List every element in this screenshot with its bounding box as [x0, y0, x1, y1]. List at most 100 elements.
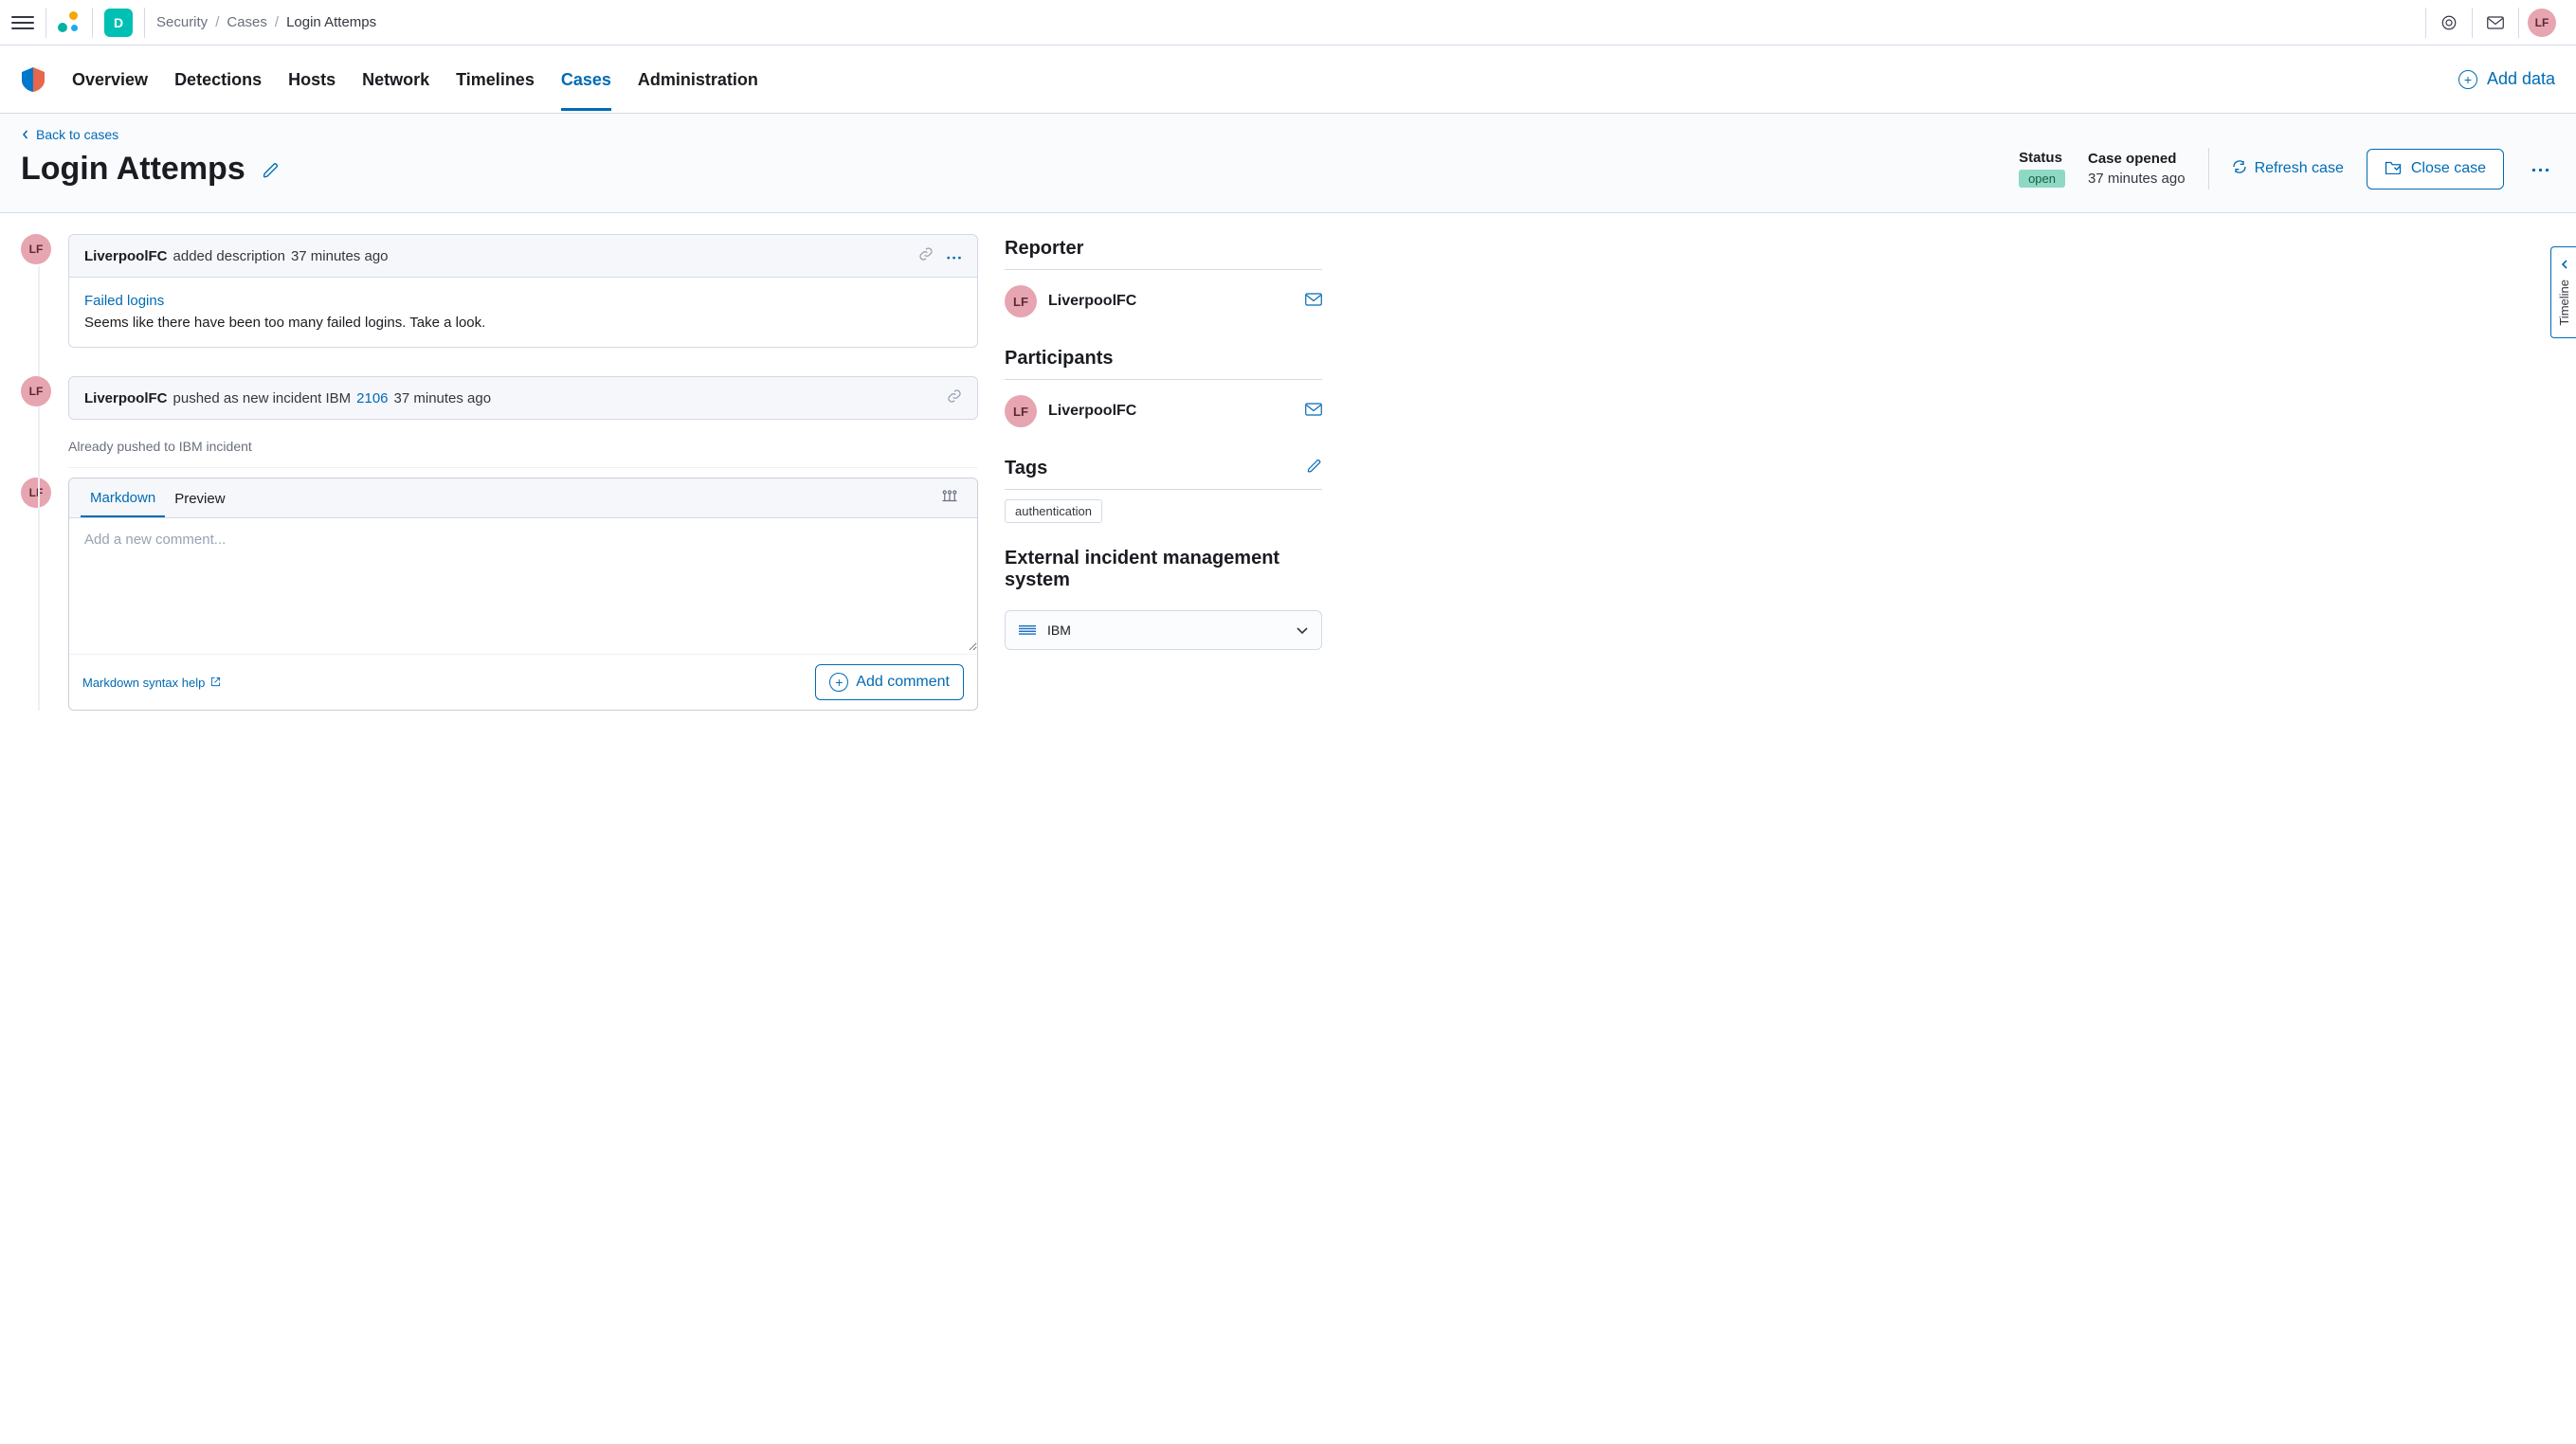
activity-action: added description [173, 248, 285, 264]
menu-toggle-icon[interactable] [11, 11, 34, 34]
chevron-left-icon [2561, 259, 2568, 272]
reporter-user: LF LiverpoolFC [1005, 280, 1322, 323]
close-case-label: Close case [2411, 160, 2486, 177]
nav-tabs: Overview Detections Hosts Network Timeli… [72, 47, 758, 111]
activity-item: LF LiverpoolFC added description 37 minu… [21, 234, 978, 348]
case-title-text: Login Attemps [21, 151, 245, 188]
edit-title-icon[interactable] [263, 151, 280, 188]
breadcrumb-separator: / [215, 14, 219, 30]
breadcrumb: Security / Cases / Login Attemps [156, 14, 376, 30]
back-label: Back to cases [36, 127, 118, 142]
tab-overview[interactable]: Overview [72, 47, 148, 111]
tab-detections[interactable]: Detections [174, 47, 262, 111]
mail-icon[interactable] [2473, 0, 2518, 45]
opened-label: Case opened [2088, 151, 2186, 167]
top-header: D Security / Cases / Login Attemps LF [0, 0, 2576, 45]
external-system-heading: External incident management system [1005, 548, 1322, 591]
separator [144, 8, 145, 38]
add-data-button[interactable]: + Add data [2458, 69, 2555, 89]
timeline-flyout-tab[interactable]: Timeline [2550, 246, 2576, 338]
tab-markdown[interactable]: Markdown [81, 478, 165, 517]
case-title: Login Attemps [21, 151, 280, 188]
case-sidebar: Reporter LF LiverpoolFC Participants LF … [1005, 234, 1322, 711]
editor-footer: Markdown syntax help + Add comment [69, 654, 977, 710]
refresh-icon [2232, 159, 2247, 179]
add-comment-button[interactable]: + Add comment [815, 664, 964, 700]
close-case-button[interactable]: Close case [2367, 149, 2504, 190]
avatar: LF [21, 478, 51, 508]
status-badge: open [2019, 170, 2065, 188]
tab-preview[interactable]: Preview [165, 479, 234, 516]
tab-hosts[interactable]: Hosts [288, 47, 336, 111]
popout-icon [210, 676, 221, 690]
tab-timelines[interactable]: Timelines [456, 47, 535, 111]
connector-select[interactable]: IBM [1005, 610, 1322, 650]
participants-heading: Participants [1005, 348, 1322, 380]
participant-user: LF LiverpoolFC [1005, 389, 1322, 433]
breadcrumb-cases[interactable]: Cases [227, 14, 267, 30]
markdown-help-link[interactable]: Markdown syntax help [82, 676, 221, 690]
case-body: LF LiverpoolFC added description 37 minu… [0, 213, 2576, 731]
user-avatar[interactable]: LF [2519, 0, 2565, 45]
description-text: Seems like there have been too many fail… [84, 315, 485, 331]
avatar: LF [2528, 9, 2556, 37]
avatar: LF [1005, 395, 1037, 427]
failed-logins-link[interactable]: Failed logins [84, 293, 164, 309]
comment-textarea[interactable] [69, 518, 977, 651]
md-help-label: Markdown syntax help [82, 676, 205, 690]
breadcrumb-security[interactable]: Security [156, 14, 208, 30]
add-comment-label: Add comment [856, 674, 950, 691]
comment-editor: Markdown Preview Markdown syntax help [68, 478, 978, 711]
already-pushed-note: Already pushed to IBM incident [68, 439, 978, 468]
item-more-icon[interactable] [947, 248, 962, 264]
activity-user: LiverpoolFC [84, 248, 168, 264]
more-actions-icon[interactable] [2527, 154, 2555, 183]
chevron-left-icon [21, 127, 30, 142]
separator [2208, 148, 2209, 190]
tab-network[interactable]: Network [362, 47, 429, 111]
separator [92, 8, 93, 38]
case-header: Back to cases Login Attemps Status open … [0, 114, 2576, 213]
opened-meta: Case opened 37 minutes ago [2088, 151, 2186, 187]
activity-time: 37 minutes ago [291, 248, 389, 264]
incident-link[interactable]: 2106 [356, 390, 388, 406]
tag-authentication: authentication [1005, 499, 1102, 523]
avatar: LF [1005, 285, 1037, 317]
activity-action: pushed as new incident IBM [173, 390, 352, 406]
mail-icon[interactable] [1305, 293, 1322, 311]
permalink-icon[interactable] [947, 388, 962, 407]
connector-label: IBM [1047, 623, 1071, 638]
timeline-tab-label: Timeline [2557, 280, 2571, 326]
breadcrumb-current: Login Attemps [286, 14, 376, 30]
timeline-insert-icon[interactable] [934, 481, 966, 514]
participant-name: LiverpoolFC [1048, 403, 1136, 420]
elastic-logo[interactable] [58, 11, 81, 34]
tags-heading: Tags [1005, 458, 1322, 490]
refresh-case-button[interactable]: Refresh case [2232, 159, 2344, 179]
avatar: LF [21, 376, 51, 406]
tab-administration[interactable]: Administration [638, 47, 758, 111]
opened-value: 37 minutes ago [2088, 171, 2186, 187]
reporter-name: LiverpoolFC [1048, 293, 1136, 310]
permalink-icon[interactable] [918, 246, 934, 265]
activity-header: LiverpoolFC added description 37 minutes… [68, 234, 978, 278]
activity-item: LF LiverpoolFC pushed as new incident IB… [21, 376, 978, 420]
activity-content: Failed logins Seems like there have been… [68, 278, 978, 348]
chevron-down-icon [1297, 623, 1308, 638]
back-to-cases-link[interactable]: Back to cases [21, 127, 118, 142]
tab-cases[interactable]: Cases [561, 47, 611, 111]
reporter-heading: Reporter [1005, 238, 1322, 270]
status-meta: Status open [2019, 150, 2065, 188]
space-selector[interactable]: D [104, 9, 133, 37]
add-data-label: Add data [2487, 69, 2555, 89]
activity-time: 37 minutes ago [394, 390, 492, 406]
edit-tags-icon[interactable] [1307, 458, 1322, 479]
newsfeed-icon[interactable] [2426, 0, 2472, 45]
activity-header: LiverpoolFC pushed as new incident IBM 2… [68, 376, 978, 420]
security-nav: Overview Detections Hosts Network Timeli… [0, 45, 2576, 114]
refresh-label: Refresh case [2255, 160, 2344, 177]
mail-icon[interactable] [1305, 403, 1322, 421]
avatar: LF [21, 234, 51, 264]
plus-circle-icon: + [2458, 70, 2477, 89]
security-shield-icon [21, 67, 45, 92]
